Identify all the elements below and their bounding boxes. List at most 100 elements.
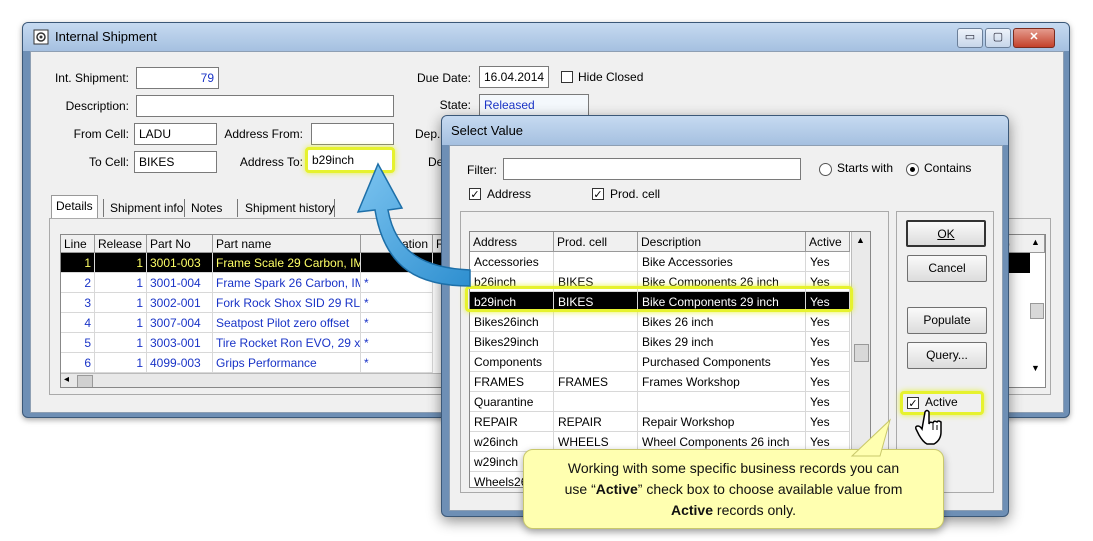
prod-cell-checkbox[interactable]: ✓ — [592, 188, 604, 201]
tab-details[interactable]: Details — [51, 195, 98, 218]
cell-spec: * — [361, 353, 433, 373]
address-from-label: Address From: — [224, 127, 303, 141]
help-tooltip: Working with some specific business reco… — [523, 449, 944, 529]
cell-part-no: 3001-004 — [147, 273, 213, 293]
column-header-active[interactable]: Active — [806, 232, 850, 252]
pointer-arrow-icon — [356, 162, 471, 287]
populate-button[interactable]: Populate — [907, 307, 987, 334]
due-date-field[interactable]: 16.04.2014 — [479, 66, 549, 88]
cell-address: Bikes26inch — [470, 312, 554, 332]
cancel-button[interactable]: Cancel — [907, 255, 987, 282]
column-header-description[interactable]: Description — [638, 232, 806, 252]
cell-release: 1 — [95, 333, 147, 353]
cell-description: Bikes 29 inch — [638, 332, 806, 352]
cell-active: Yes — [806, 412, 850, 432]
horizontal-scrollbar[interactable]: ◂ — [61, 373, 461, 387]
cell-line: 6 — [61, 353, 95, 373]
tab-divider — [237, 199, 238, 217]
popup-title-bar[interactable]: Select Value — [442, 116, 1008, 145]
scroll-thumb[interactable] — [1030, 303, 1044, 319]
int-shipment-field[interactable]: 79 — [136, 67, 219, 89]
cell-part-no: 3007-004 — [147, 313, 213, 333]
main-title-bar[interactable]: Internal Shipment ▭ ▢ ✕ — [23, 23, 1069, 51]
address-from-field[interactable] — [311, 123, 394, 145]
filter-input[interactable] — [503, 158, 801, 180]
cell-description: Bikes 26 inch — [638, 312, 806, 332]
query-button[interactable]: Query... — [907, 342, 987, 369]
tooltip-text-2a: use “ — [564, 481, 596, 497]
maximize-button[interactable]: ▢ — [985, 28, 1011, 48]
cell-description: Purchased Components — [638, 352, 806, 372]
cell-active: Yes — [806, 252, 850, 272]
due-date-label: Due Date: — [416, 71, 471, 85]
cell-address: Components — [470, 352, 554, 372]
tab-divider — [184, 199, 185, 217]
state-label: State: — [439, 98, 471, 112]
tab-shipment-info[interactable]: Shipment info — [106, 198, 187, 218]
address-checkbox-label: Address — [487, 187, 532, 201]
tooltip-text-3b: records only. — [713, 502, 797, 518]
cell-spec: * — [361, 313, 433, 333]
tab-notes[interactable]: Notes — [187, 198, 226, 218]
tooltip-line-1: Working with some specific business reco… — [538, 458, 929, 479]
cell-prod-cell — [554, 352, 638, 372]
hide-closed-checkbox[interactable] — [561, 71, 573, 83]
cell-part-no: 3002-001 — [147, 293, 213, 313]
cell-active: Yes — [806, 392, 850, 412]
cell-part-name: Grips Performance — [213, 353, 361, 373]
column-header-line[interactable]: Line — [61, 235, 95, 253]
cell-description: Repair Workshop — [638, 412, 806, 432]
address-to-label: Address To: — [239, 155, 303, 169]
state-field[interactable]: Released — [479, 94, 589, 116]
cell-active: Yes — [806, 352, 850, 372]
minimize-button[interactable]: ▭ — [957, 28, 983, 48]
tooltip-line-3: Active records only. — [538, 500, 929, 521]
starts-with-label: Starts with — [837, 161, 894, 175]
cell-release: 1 — [95, 353, 147, 373]
active-checkbox-label: Active — [925, 395, 958, 409]
cell-spec: * — [361, 333, 433, 353]
cell-line: 5 — [61, 333, 95, 353]
populate-button-label: Populate — [923, 313, 971, 327]
column-header-part-no[interactable]: Part No — [147, 235, 213, 253]
to-cell-label: To Cell: — [88, 155, 129, 169]
int-shipment-label: Int. Shipment: — [54, 71, 129, 85]
scroll-up-icon[interactable]: ▲ — [856, 235, 865, 245]
cell-line: 1 — [61, 253, 95, 273]
cancel-button-label: Cancel — [928, 261, 966, 275]
cell-description: Frames Workshop — [638, 372, 806, 392]
scroll-up-icon[interactable]: ▲ — [1031, 237, 1040, 247]
cell-address: Bikes29inch — [470, 332, 554, 352]
tooltip-line-2: use “Active” check box to choose availab… — [538, 479, 929, 500]
from-cell-field[interactable]: LADU — [134, 123, 217, 145]
scroll-thumb[interactable] — [77, 375, 93, 387]
selected-row-highlight — [465, 286, 853, 312]
cell-release: 1 — [95, 253, 147, 273]
cell-part-no: 3003-001 — [147, 333, 213, 353]
cell-prod-cell — [554, 392, 638, 412]
tooltip-text-2c: ” check box to choose available value fr… — [637, 481, 903, 497]
tooltip-text-2b: Active — [595, 481, 638, 497]
starts-with-radio[interactable] — [819, 163, 832, 176]
cell-part-name: Tire Rocket Ron EVO, 29 x — [213, 333, 361, 353]
column-header-address[interactable]: Address — [470, 232, 554, 252]
cell-release: 1 — [95, 293, 147, 313]
ok-button[interactable]: OK — [906, 220, 986, 247]
contains-radio[interactable] — [906, 163, 919, 176]
scroll-down-icon[interactable]: ▼ — [1031, 363, 1040, 373]
from-cell-label: From Cell: — [73, 127, 129, 141]
tab-shipment-history[interactable]: Shipment history — [241, 198, 338, 218]
hide-closed-label: Hide Closed — [578, 70, 644, 84]
column-header-release[interactable]: Release — [95, 235, 147, 253]
scroll-thumb[interactable] — [854, 344, 869, 362]
cell-part-no: 3001-003 — [147, 253, 213, 273]
to-cell-field[interactable]: BIKES — [134, 151, 217, 173]
app-icon — [33, 29, 49, 45]
cell-prod-cell: FRAMES — [554, 372, 638, 392]
description-field[interactable] — [136, 95, 394, 117]
int-shipment-value: 79 — [200, 71, 214, 85]
scroll-left-icon[interactable]: ◂ — [64, 374, 69, 385]
close-button[interactable]: ✕ — [1013, 28, 1055, 48]
window-title: Internal Shipment — [55, 29, 157, 44]
column-header-prod-cell[interactable]: Prod. cell — [554, 232, 638, 252]
